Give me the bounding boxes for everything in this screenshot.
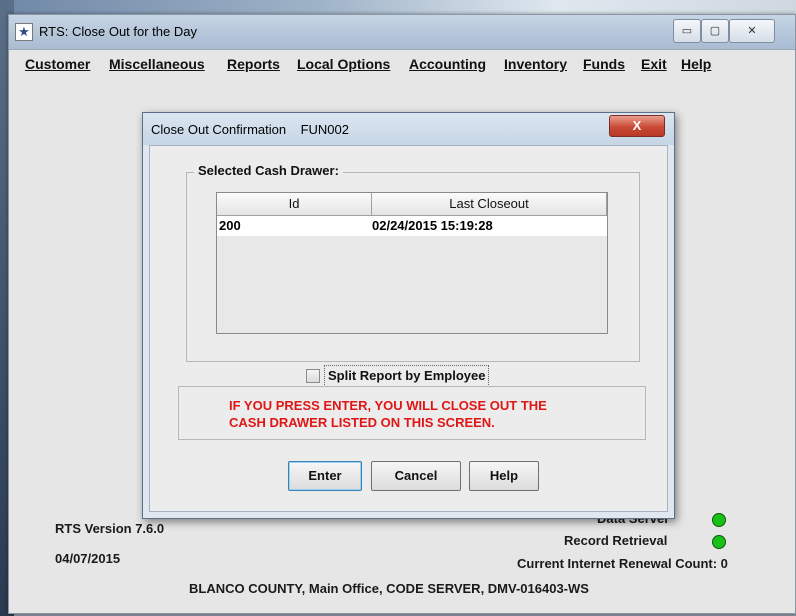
group-label: Selected Cash Drawer: xyxy=(194,163,343,178)
record-retrieval-label: Record Retrieval xyxy=(564,533,668,548)
version-label: RTS Version 7.6.0 xyxy=(55,521,165,536)
record-retrieval-status-icon xyxy=(712,535,726,549)
star-icon: ★ xyxy=(15,23,33,41)
dialog-title-text: Close Out Confirmation xyxy=(151,122,287,137)
minimize-button[interactable]: ▭ xyxy=(673,19,701,43)
menu-inventory[interactable]: Inventory xyxy=(504,56,567,72)
split-report-label[interactable]: Split Report by Employee xyxy=(324,365,490,387)
office-info-label: BLANCO COUNTY, Main Office, CODE SERVER,… xyxy=(189,581,589,596)
renewal-count-label: Current Internet Renewal Count: 0 xyxy=(517,556,728,571)
dialog-code: FUN002 xyxy=(300,122,349,137)
warning-box: IF YOU PRESS ENTER, YOU WILL CLOSE OUT T… xyxy=(178,386,646,440)
menu-customer[interactable]: Customer xyxy=(25,56,90,72)
enter-button[interactable]: Enter xyxy=(288,461,362,491)
window-title: RTS: Close Out for the Day xyxy=(39,24,197,39)
menu-accounting[interactable]: Accounting xyxy=(409,56,486,72)
split-report-checkbox[interactable] xyxy=(306,369,320,383)
dialog-body: Selected Cash Drawer: Id Last Closeout 2… xyxy=(149,145,668,512)
menu-exit[interactable]: Exit xyxy=(641,56,667,72)
menu-help[interactable]: Help xyxy=(681,56,711,72)
menu-funds[interactable]: Funds xyxy=(583,56,625,72)
cell-last-closeout: 02/24/2015 15:19:28 xyxy=(372,218,493,233)
column-header-id[interactable]: Id xyxy=(217,193,372,216)
date-label: 04/07/2015 xyxy=(55,551,121,566)
close-window-button[interactable]: ✕ xyxy=(729,19,775,43)
warning-line-2: CASH DRAWER LISTED ON THIS SCREEN. xyxy=(229,415,495,430)
menu-miscellaneous[interactable]: Miscellaneous xyxy=(109,56,205,72)
cash-drawer-table: Id Last Closeout 200 02/24/2015 15:19:28 xyxy=(216,192,608,334)
window-titlebar[interactable]: ★ RTS: Close Out for the Day ▭ ▢ ✕ xyxy=(9,15,795,50)
dialog-title: Close Out Confirmation FUN002 xyxy=(151,122,349,137)
data-server-status-icon xyxy=(712,513,726,527)
warning-line-1: IF YOU PRESS ENTER, YOU WILL CLOSE OUT T… xyxy=(229,398,547,413)
maximize-button[interactable]: ▢ xyxy=(701,19,729,43)
dialog-titlebar[interactable]: Close Out Confirmation FUN002 X xyxy=(143,113,674,145)
menu-local-options[interactable]: Local Options xyxy=(297,56,390,72)
close-out-confirmation-dialog: Close Out Confirmation FUN002 X Selected… xyxy=(142,112,675,519)
cancel-button[interactable]: Cancel xyxy=(371,461,461,491)
table-row[interactable]: 200 02/24/2015 15:19:28 xyxy=(217,216,607,236)
help-button[interactable]: Help xyxy=(469,461,539,491)
menu-bar: Customer Miscellaneous Reports Local Opt… xyxy=(9,51,795,77)
dialog-close-button[interactable]: X xyxy=(609,115,665,137)
menu-reports[interactable]: Reports xyxy=(227,56,280,72)
column-header-last-closeout[interactable]: Last Closeout xyxy=(372,193,607,216)
cell-id: 200 xyxy=(219,218,241,233)
